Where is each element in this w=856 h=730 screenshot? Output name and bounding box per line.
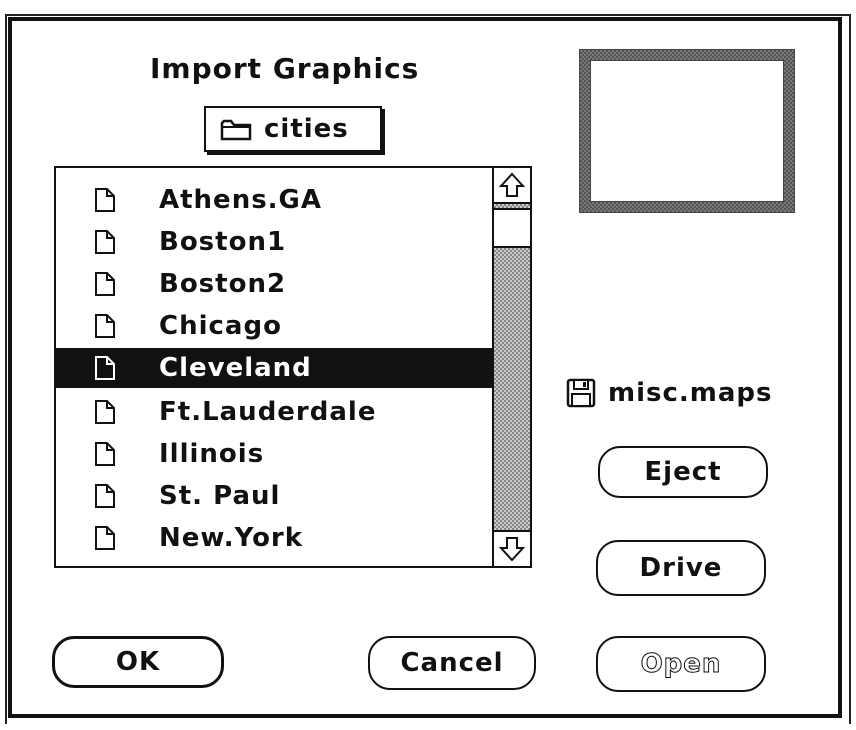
file-name: New.York xyxy=(159,523,304,553)
file-list[interactable]: Athens.GA Boston1 Boston2 Chicago Cleveland F… xyxy=(54,166,532,568)
file-name: Boston2 xyxy=(159,269,287,299)
file-list-item[interactable]: Athens.GA xyxy=(56,180,492,220)
vertical-scrollbar[interactable] xyxy=(492,168,530,566)
folder-name: cities xyxy=(264,114,349,144)
file-name: Athens.GA xyxy=(159,185,323,215)
scroll-thumb[interactable] xyxy=(494,208,530,248)
scroll-track[interactable] xyxy=(494,204,530,530)
file-name: Chicago xyxy=(159,311,282,341)
file-list-items: Athens.GA Boston1 Boston2 Chicago Cleveland F… xyxy=(56,168,492,566)
file-list-item[interactable]: Boston1 xyxy=(56,222,492,262)
dialog-title: Import Graphics xyxy=(150,52,420,85)
folder-popup[interactable]: cities xyxy=(204,106,382,152)
scroll-up-button[interactable] xyxy=(494,168,530,204)
file-list-item[interactable]: Chicago xyxy=(56,306,492,346)
ok-button[interactable]: OK xyxy=(52,636,224,688)
file-list-item[interactable]: St. Paul xyxy=(56,476,492,516)
file-name: Ft.Lauderdale xyxy=(159,397,377,427)
document-icon xyxy=(95,442,115,466)
document-icon xyxy=(95,484,115,508)
file-list-item[interactable]: Ft.Lauderdale xyxy=(56,392,492,432)
arrow-up-icon xyxy=(499,172,525,197)
preview-area xyxy=(590,60,784,202)
arrow-down-icon xyxy=(499,537,525,562)
file-name: St. Paul xyxy=(159,481,281,511)
file-list-item[interactable]: Boston2 xyxy=(56,264,492,304)
drive-button[interactable]: Drive xyxy=(596,540,766,596)
preview-frame xyxy=(579,49,795,213)
document-icon xyxy=(95,314,115,338)
floppy-disk-icon xyxy=(566,378,596,408)
file-list-item[interactable]: Cleveland xyxy=(56,348,492,388)
file-list-item[interactable]: Illinois xyxy=(56,434,492,474)
eject-button[interactable]: Eject xyxy=(598,446,768,498)
document-icon xyxy=(95,188,115,212)
document-icon xyxy=(95,526,115,550)
document-icon xyxy=(95,230,115,254)
document-icon xyxy=(95,400,115,424)
file-name: Cleveland xyxy=(159,353,312,383)
file-name: Illinois xyxy=(159,439,265,469)
document-icon xyxy=(95,272,115,296)
disk-name-label: misc.maps xyxy=(608,378,773,408)
cancel-button[interactable]: Cancel xyxy=(368,636,536,690)
disk-name: misc.maps xyxy=(566,378,773,408)
scroll-down-button[interactable] xyxy=(494,530,530,566)
file-list-item[interactable]: New.York xyxy=(56,518,492,558)
document-icon xyxy=(95,356,115,380)
folder-icon xyxy=(220,119,252,141)
open-button[interactable]: Open xyxy=(596,636,766,692)
file-name: Boston1 xyxy=(159,227,287,257)
